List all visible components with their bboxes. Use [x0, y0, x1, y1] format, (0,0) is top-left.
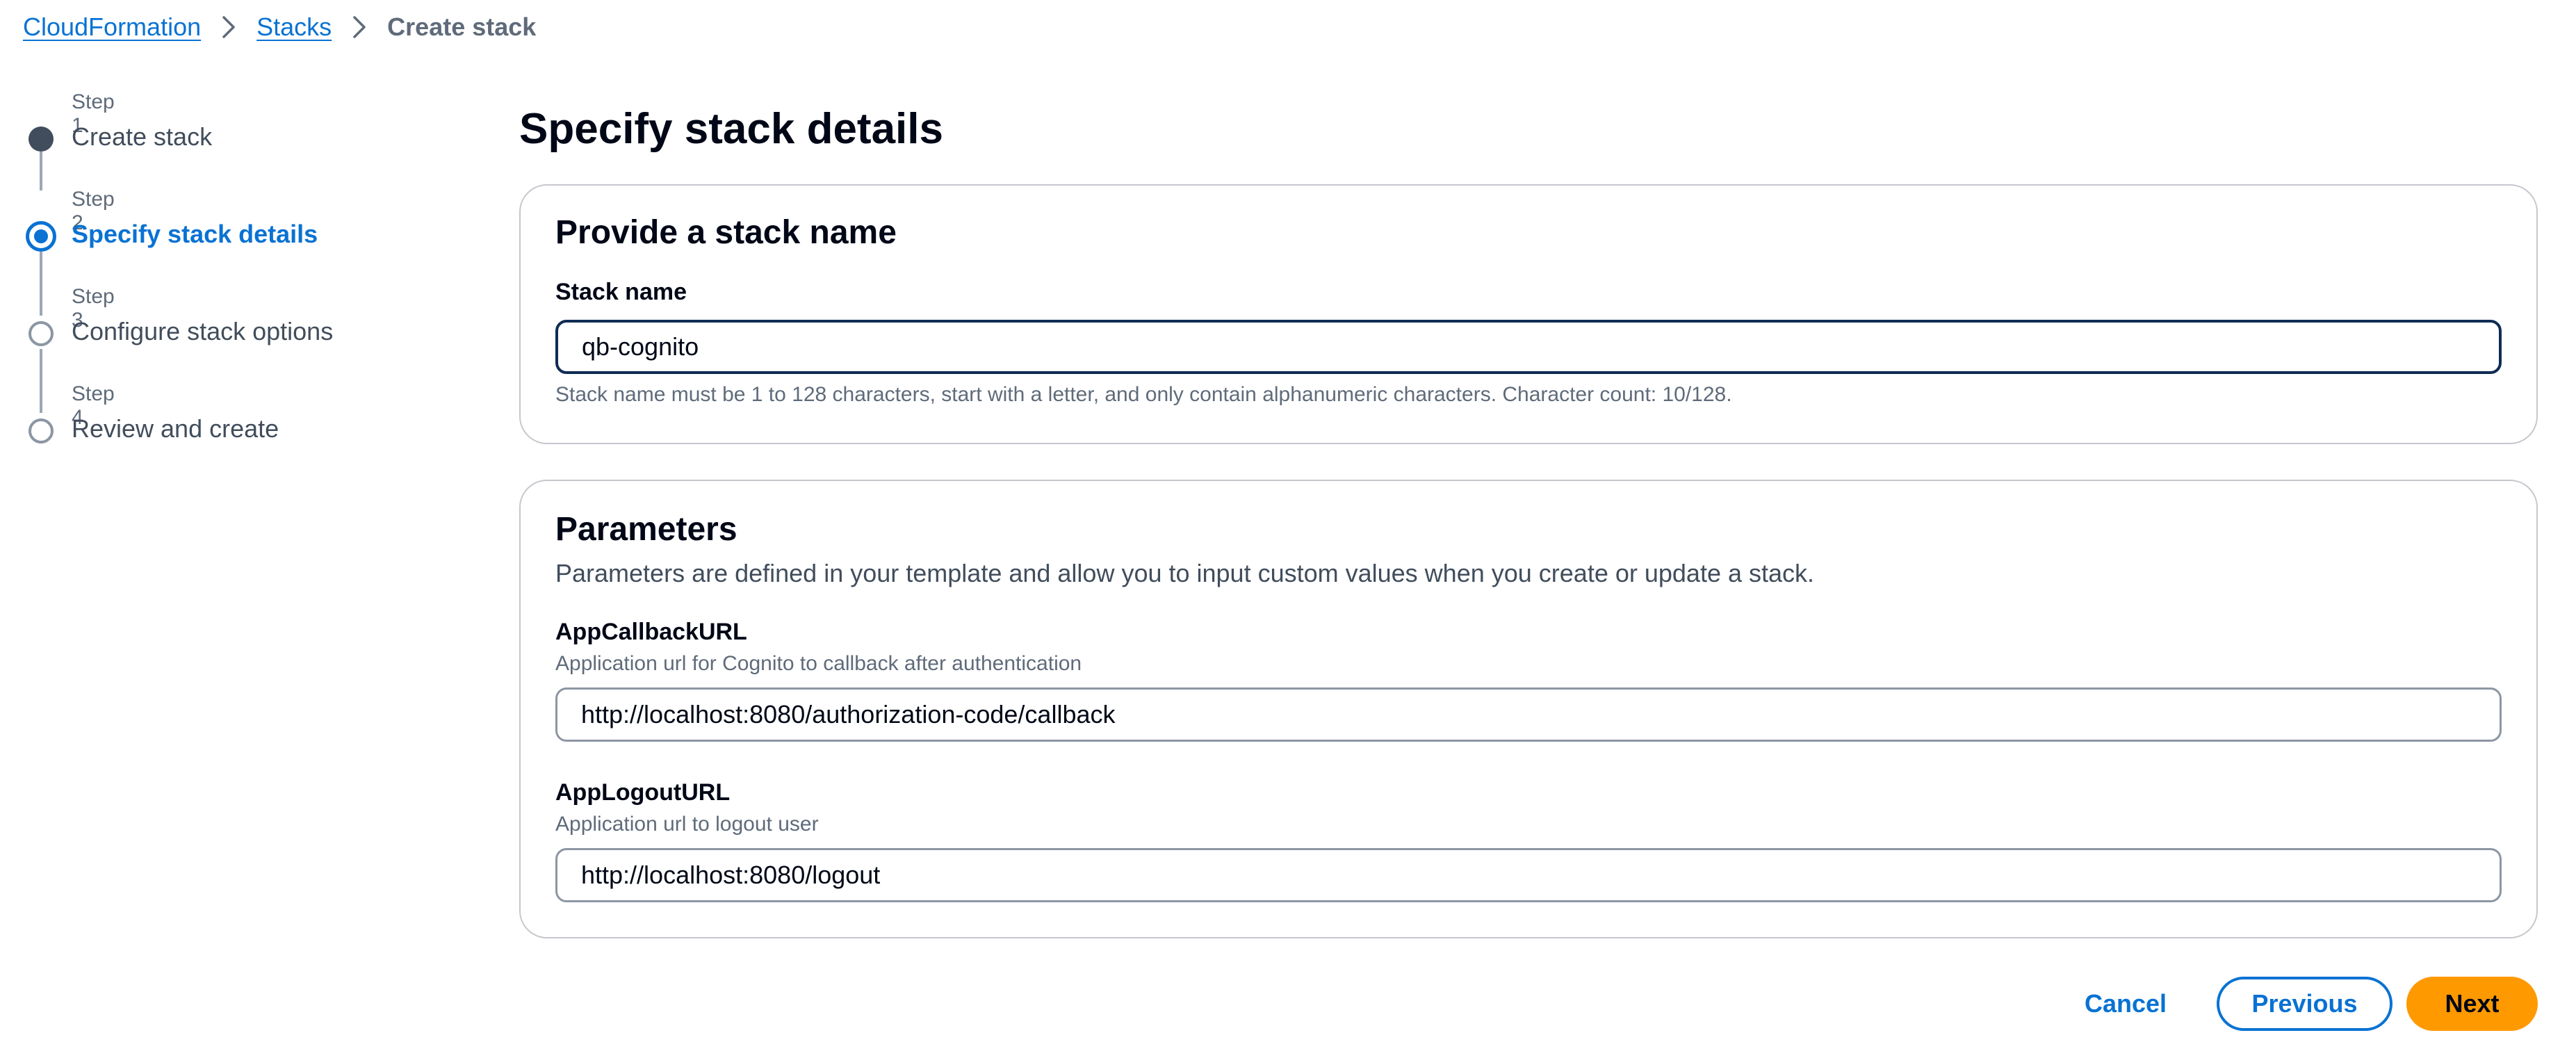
app-callback-url-label: AppCallbackURL [555, 619, 747, 645]
breadcrumb: CloudFormation Stacks Create stack [23, 10, 536, 44]
parameters-description: Parameters are defined in your template … [555, 559, 1815, 587]
parameters-container: Parameters Parameters are defined in you… [519, 480, 2538, 938]
section-title: Parameters [555, 511, 737, 548]
section-title: Provide a stack name [555, 214, 897, 251]
step-title: Specify stack details [72, 220, 318, 248]
step-current-icon [26, 221, 56, 252]
step-connector [40, 252, 42, 316]
app-callback-url-input[interactable] [555, 687, 2502, 742]
breadcrumb-current: Create stack [387, 13, 537, 41]
step-title: Review and create [72, 414, 279, 443]
step-title: Configure stack options [72, 317, 334, 345]
step-completed-icon [28, 127, 54, 152]
previous-button[interactable]: Previous [2217, 977, 2392, 1031]
chevron-right-icon [201, 10, 256, 44]
next-button[interactable]: Next [2406, 977, 2538, 1031]
step-pending-icon [28, 321, 54, 346]
app-logout-url-input[interactable] [555, 848, 2502, 902]
app-logout-url-description: Application url to logout user [555, 813, 819, 836]
stack-name-input[interactable] [555, 320, 2502, 374]
stack-name-label: Stack name [555, 279, 687, 305]
app-callback-url-description: Application url for Cognito to callback … [555, 652, 1082, 675]
stack-name-container: Provide a stack name Stack name Stack na… [519, 184, 2538, 444]
breadcrumb-cloudformation-link[interactable]: CloudFormation [23, 13, 201, 42]
app-logout-url-label: AppLogoutURL [555, 779, 731, 806]
step-connector [40, 349, 42, 413]
step-connector [40, 152, 42, 190]
stack-name-hint: Stack name must be 1 to 128 characters, … [555, 383, 1732, 406]
step-title: Create stack [72, 122, 213, 151]
step-pending-icon [28, 418, 54, 443]
chevron-right-icon [332, 10, 387, 44]
create-stack-page: CloudFormation Stacks Create stack Step … [0, 0, 2576, 1058]
page-title: Specify stack details [519, 105, 943, 153]
breadcrumb-stacks-link[interactable]: Stacks [256, 13, 332, 42]
cancel-button[interactable]: Cancel [2063, 977, 2188, 1031]
